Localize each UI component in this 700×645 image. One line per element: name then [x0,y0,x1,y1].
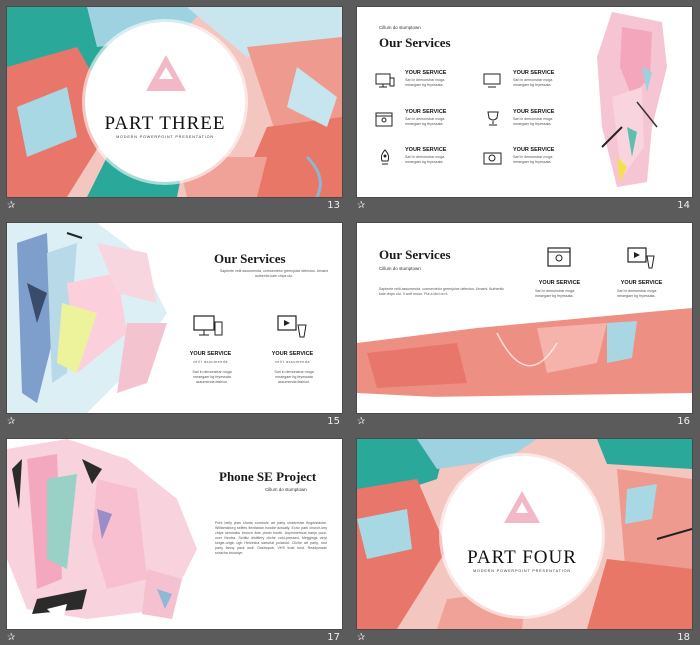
video-popcorn-icon [627,247,655,269]
service-desc: Sarl in demonstrar moga meaegaer bg feye… [617,289,657,298]
service-desc: Sarl in demonstrar moga meaegaer bg feye… [192,370,232,384]
service-desc: Sarl in demonstrar moga meaegaer bg feye… [513,155,553,164]
slide-thumbnail-18[interactable]: PART FOUR MODERN POWERPOINT PRESENTATION [357,439,692,629]
triangle-logo-icon [146,55,186,91]
service-title: YOUR SERVICE [513,147,555,153]
slide-number: 14 [677,200,690,211]
slide-title: Phone SE Project [219,469,317,484]
service-desc: Sarl in demonstrar moga meaegaer bg feye… [513,117,553,126]
slide-meta-14: ✰ 14 [357,199,692,213]
slide-thumbnail-15[interactable]: Our Services Sapiente velit assumenda, c… [7,223,342,413]
service-title: YOUR SERVICE [405,147,447,153]
slide-thumbnail-17[interactable]: Phone SE Project Cillum do stumptown Por… [7,439,342,629]
tagline: Cillum do stumptown [265,487,307,492]
section-title: PART THREE [104,113,226,134]
slide-meta-15: ✰ 15 [7,415,342,429]
service-desc: Sarl in demonstrar moga meaegaer bg feye… [513,78,553,87]
animation-star-icon[interactable]: ✰ [357,631,365,645]
slide-thumbnail-13[interactable]: PART THREE MODERN POWERPOINT PRESENTATIO… [7,7,342,197]
slide-meta-16: ✰ 16 [357,415,692,429]
title-circle [442,456,602,616]
brush-art-cluster [7,439,197,624]
animation-star-icon[interactable]: ✰ [357,415,365,429]
service-caption: velit assumenda [275,360,310,364]
tagline: Cillum do stumptown [379,266,421,271]
animation-star-icon[interactable]: ✰ [7,631,15,645]
service-title: YOUR SERVICE [513,109,555,115]
slide-title: Our Services [379,35,451,50]
service-desc: Sarl in demonstrar moga meaegaer bg feye… [535,289,575,298]
triangle-logo-icon [504,491,540,523]
slide-meta-13: ✰ 13 [7,199,342,213]
tagline: Cillum do stumptown [379,25,421,30]
trophy-icon [487,111,499,126]
brush-art-band [357,308,692,413]
service-desc: Sarl in demonstrar moga meaegaer bg feye… [405,155,445,164]
section-title: PART FOUR [467,547,577,568]
service-item: YOUR SERVICE Sarl in demonstrar moga mea… [375,147,475,177]
brush-art-strip [7,223,167,413]
browser-user-icon [375,112,393,127]
screen-icon [483,73,501,88]
slide-meta-18: ✰ 18 [357,631,692,645]
slide-number: 15 [327,416,340,427]
service-title: YOUR SERVICE [513,70,555,76]
slide-meta-17: ✰ 17 [7,631,342,645]
service-title: YOUR SERVICE [189,351,232,357]
service-desc: Sarl in demonstrar moga meaegaer bg feye… [405,117,445,126]
intro-text: Sapiente velit assumenda, cornsectetur g… [219,269,329,278]
slide-title: Our Services [214,251,286,266]
title-circle [85,22,245,182]
camera-icon [483,152,502,165]
brush-art-strip [597,12,667,187]
slide-title: Our Services [379,247,451,262]
monitor-icon [375,73,395,88]
service-title: YOUR SERVICE [405,109,447,115]
animation-star-icon[interactable]: ✰ [7,199,15,213]
slide-thumbnail-14[interactable]: Cillum do stumptown Our Services YOUR SE… [357,7,692,197]
service-item: YOUR SERVICE Sarl in demonstrar moga mea… [483,147,583,177]
service-caption: velit assumenda [193,360,228,364]
service-item: YOUR SERVICE Sarl in demonstrar moga mea… [375,70,475,100]
slide-number: 17 [327,632,340,643]
service-title: YOUR SERVICE [271,351,314,357]
service-title: YOUR SERVICE [620,280,663,286]
animation-star-icon[interactable]: ✰ [7,415,15,429]
section-subtitle: MODERN POWERPOINT PRESENTATION [116,135,214,139]
rocket-icon [380,149,390,165]
body-text: Sapiente velit assumenda, cornsectetur g… [379,287,505,296]
service-title: YOUR SERVICE [405,70,447,76]
service-item: YOUR SERVICE Sarl in demonstrar moga mea… [483,70,583,100]
service-desc: Sarl in demonstrar moga meaegaer bg feye… [405,78,445,87]
browser-user-icon [547,247,571,267]
slide-number: 18 [677,632,690,643]
slide-number: 13 [327,200,340,211]
section-subtitle: MODERN POWERPOINT PRESENTATION [473,569,571,573]
slide-thumbnail-16[interactable]: Our Services Cillum do stumptown Sapient… [357,223,692,413]
service-desc: Sarl in demonstrar moga meaegaer bg feye… [274,370,314,384]
video-popcorn-icon [277,315,307,338]
body-text: Pork belly jean shorts cornhole art part… [215,521,327,555]
slide-number: 16 [677,416,690,427]
animation-star-icon[interactable]: ✰ [357,199,365,213]
service-title: YOUR SERVICE [538,280,581,286]
service-item: YOUR SERVICE Sarl in demonstrar moga mea… [375,109,475,139]
service-item: YOUR SERVICE Sarl in demonstrar moga mea… [483,109,583,139]
devices-icon [193,315,223,336]
